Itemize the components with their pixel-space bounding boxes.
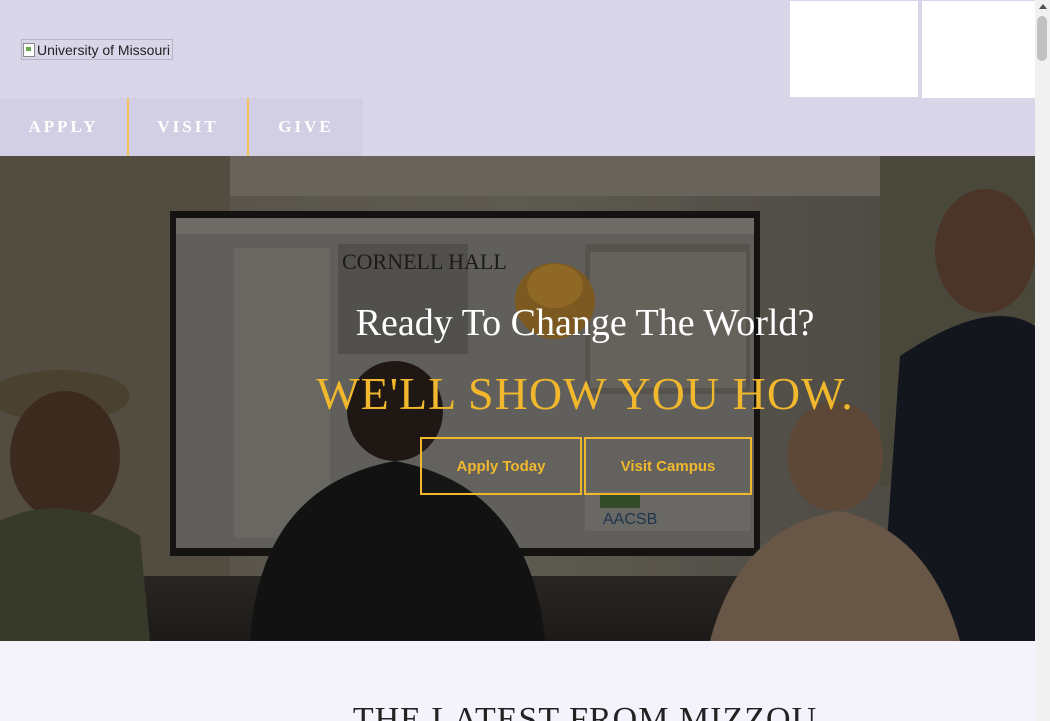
apply-today-button[interactable]: Apply Today bbox=[420, 437, 582, 495]
hero-subtitle: WE'LL SHOW YOU HOW. bbox=[316, 368, 854, 419]
site-header: University of Missouri bbox=[0, 0, 1035, 98]
scroll-thumb[interactable] bbox=[1037, 16, 1047, 61]
visit-campus-button[interactable]: Visit Campus bbox=[584, 437, 752, 495]
university-logo-link[interactable]: University of Missouri bbox=[21, 39, 174, 60]
logo-alt-text: University of Missouri bbox=[37, 41, 171, 58]
page: University of Missouri APPLY VISIT GIVE bbox=[0, 0, 1035, 721]
scroll-up-arrow-icon[interactable] bbox=[1039, 4, 1047, 9]
nav-give-link[interactable]: GIVE bbox=[249, 98, 363, 156]
hero-title: Ready To Change The World? bbox=[355, 302, 815, 344]
vertical-scrollbar[interactable] bbox=[1035, 0, 1050, 721]
menu-button[interactable] bbox=[922, 1, 1035, 98]
nav-apply-link[interactable]: APPLY bbox=[0, 98, 127, 156]
hero-banner: CORNELL HALL AACSB Ready To Change The W… bbox=[0, 156, 1035, 641]
broken-image-icon bbox=[22, 42, 36, 58]
search-button[interactable] bbox=[790, 1, 918, 97]
nav-visit-link[interactable]: VISIT bbox=[129, 98, 247, 156]
top-navigation: APPLY VISIT GIVE bbox=[0, 98, 1035, 156]
latest-news-heading: THE LATEST FROM MIZZOU bbox=[352, 701, 818, 721]
